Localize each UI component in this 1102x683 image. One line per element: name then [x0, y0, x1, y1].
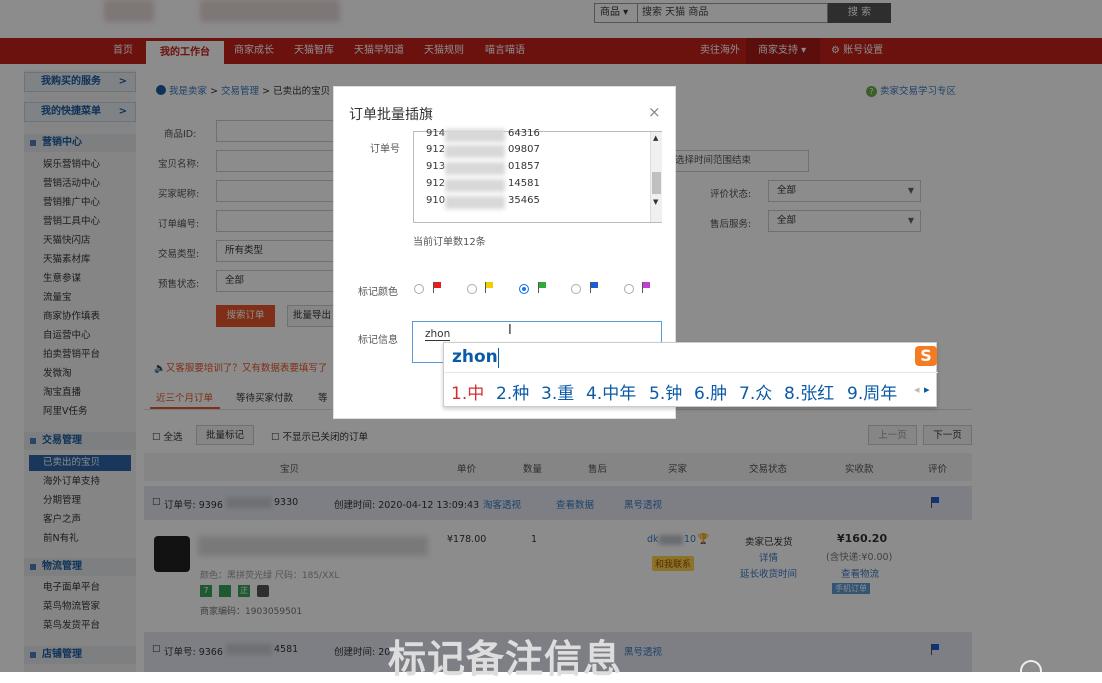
- order-line-blurred: [445, 145, 505, 158]
- order-line-head: 910: [426, 195, 446, 206]
- order-line-head: 912: [426, 178, 446, 189]
- red-flag-icon: [432, 282, 442, 294]
- ime-candidate[interactable]: 9.周年: [847, 379, 897, 404]
- ime-candidate[interactable]: 2.种: [496, 379, 529, 404]
- ime-candidate[interactable]: 1.中: [451, 379, 484, 404]
- order-line-blurred: [445, 162, 505, 175]
- ime-candidate[interactable]: 5.钟: [649, 379, 682, 404]
- green-flag-icon: [537, 282, 547, 294]
- ime-candidate[interactable]: 6.肿: [694, 379, 727, 404]
- ime-candidate-window: zhon S 1.中 2.种 3.重 4.中年 5.钟 6.肿 7.众 8.张红…: [443, 342, 938, 407]
- video-caption: 标记备注信息: [388, 637, 623, 681]
- ime-candidate[interactable]: 3.重: [541, 379, 574, 404]
- blue-flag-icon: [589, 282, 599, 294]
- flag-radio-blue[interactable]: [571, 284, 581, 294]
- scroll-up-icon[interactable]: ▲: [653, 134, 658, 142]
- textarea-scrollbar[interactable]: ▲ ▼: [650, 132, 662, 222]
- order-line-blurred: [445, 196, 505, 209]
- ime-candidate[interactable]: 8.张红: [784, 379, 834, 404]
- order-number-textarea[interactable]: 914 64316 912 09807 913 01857 912 14581 …: [413, 128, 662, 223]
- flag-radio-red[interactable]: [414, 284, 424, 294]
- text-cursor-icon: I: [508, 323, 512, 338]
- order-line-head: 913: [426, 161, 446, 172]
- ime-candidate[interactable]: 7.众: [739, 379, 772, 404]
- ime-caret: [498, 348, 499, 368]
- note-label: 标记信息: [358, 335, 398, 346]
- flag-note-value: zhon: [425, 328, 451, 341]
- order-line-tail: 35465: [508, 195, 540, 206]
- color-label: 标记颜色: [358, 287, 398, 298]
- order-line-tail: 09807: [508, 144, 540, 155]
- order-line-head: 912: [426, 144, 446, 155]
- order-line-head: 914: [426, 128, 446, 139]
- order-label: 订单号: [370, 144, 400, 155]
- order-count: 当前订单数12条: [413, 237, 486, 248]
- flag-radio-yellow[interactable]: [467, 284, 477, 294]
- ime-divider: [444, 372, 938, 373]
- purple-flag-icon: [641, 282, 651, 294]
- dialog-title: 订单批量插旗: [349, 107, 433, 123]
- order-line-blurred: [445, 179, 505, 192]
- flag-radio-purple[interactable]: [624, 284, 634, 294]
- sogou-logo-icon: S: [915, 346, 937, 366]
- order-line-blurred: [445, 129, 505, 142]
- ime-composition: zhon: [452, 347, 498, 367]
- ime-candidate[interactable]: 4.中年: [586, 379, 636, 404]
- close-icon[interactable]: ×: [648, 103, 661, 121]
- flag-radio-green[interactable]: [519, 284, 529, 294]
- scroll-thumb[interactable]: [652, 172, 661, 194]
- order-line-tail: 01857: [508, 161, 540, 172]
- order-line-tail: 64316: [508, 128, 540, 139]
- ime-next-icon[interactable]: ▸: [924, 383, 930, 396]
- scroll-down-icon[interactable]: ▼: [653, 198, 658, 206]
- yellow-flag-icon: [484, 282, 494, 294]
- order-line-tail: 14581: [508, 178, 540, 189]
- ime-prev-icon[interactable]: ◂: [914, 383, 920, 396]
